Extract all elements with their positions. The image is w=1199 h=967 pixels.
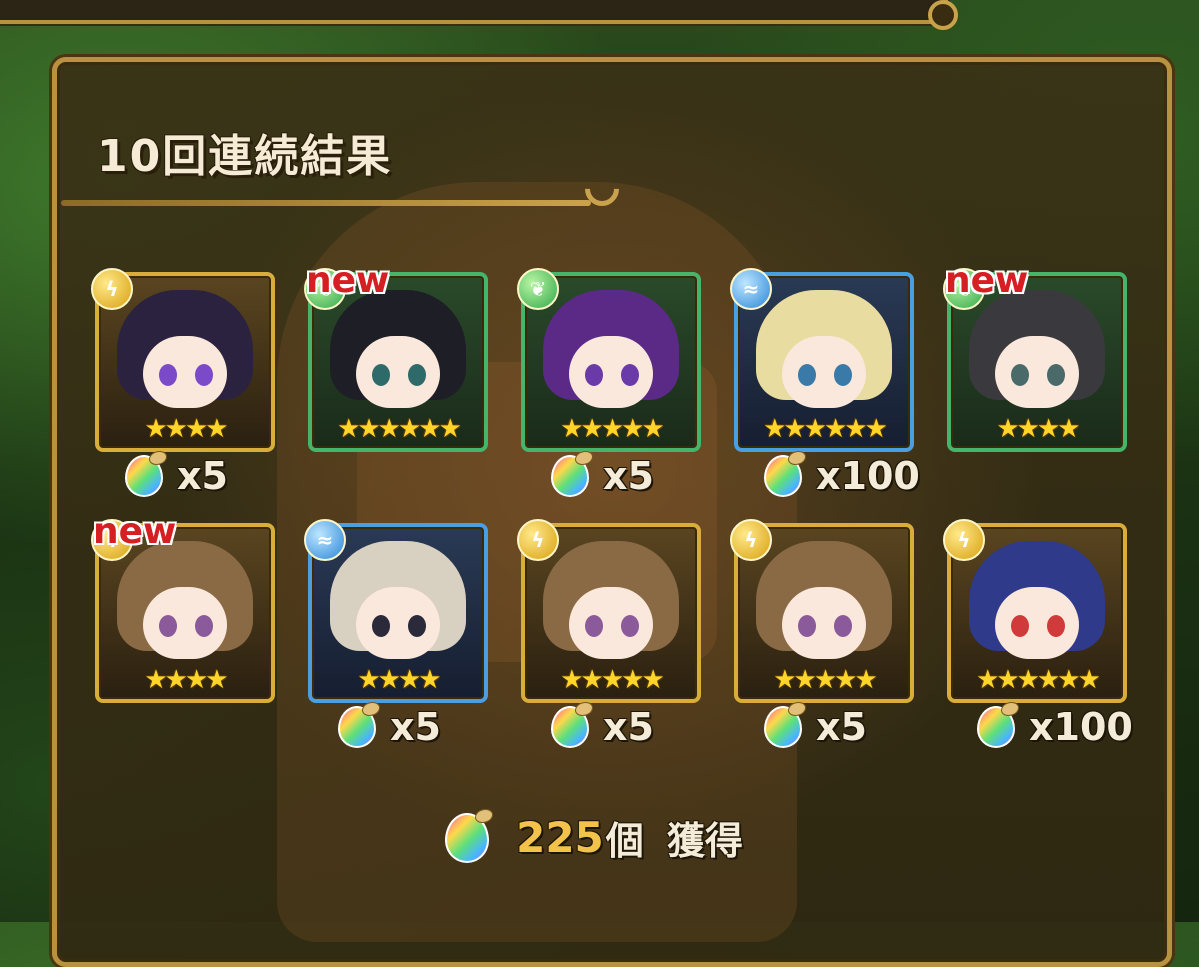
orb-reward: x5 <box>764 702 867 749</box>
reward-amount: x5 <box>603 454 654 498</box>
character-face <box>569 336 653 408</box>
character-eye <box>408 364 426 386</box>
result-card[interactable]: ★★★★★★ ≈ x100 <box>730 268 920 498</box>
new-badge: new <box>93 511 176 552</box>
character-face <box>782 587 866 659</box>
character-eye <box>372 364 390 386</box>
rarity-stars: ★★★★★★ <box>763 414 888 444</box>
character-eye <box>159 615 177 637</box>
rainbow-orb-icon <box>764 702 806 748</box>
total-reward: 225個 獲得 <box>445 808 743 865</box>
rarity-stars: ★★★★ <box>357 665 441 695</box>
character-eye <box>372 615 390 637</box>
character-eye <box>834 364 852 386</box>
character-face <box>143 336 227 408</box>
result-card[interactable]: ★★★★ ϟ x5 <box>91 268 275 498</box>
result-card[interactable]: ★★★★★ ❦ x5 <box>517 268 701 498</box>
reward-amount: x100 <box>816 454 920 498</box>
character-face <box>995 587 1079 659</box>
result-card[interactable]: ★★★★ ❦ new <box>943 260 1127 452</box>
result-card[interactable]: ★★★★ ≈ x5 <box>304 519 488 749</box>
orb-reward: x5 <box>551 702 654 749</box>
light-element-icon: ϟ <box>91 268 133 310</box>
result-card[interactable]: ★★★★★★ ❦ new <box>304 260 488 452</box>
rarity-stars: ★★★★★ <box>560 665 665 695</box>
rarity-stars: ★★★★ <box>144 665 228 695</box>
reward-amount: x5 <box>603 705 654 749</box>
rainbow-orb-icon <box>125 451 167 497</box>
orb-reward: x5 <box>125 451 228 498</box>
new-badge-label: new <box>93 511 177 552</box>
result-title: 10回連続結果 <box>97 131 393 182</box>
reward-amount: x5 <box>177 454 228 498</box>
character-eye <box>1011 364 1029 386</box>
rarity-stars: ★★★★★★ <box>976 665 1101 695</box>
result-panel: 10回連続結果 ★★★★ ϟ x5 ★★★★★★ ❦ new ★★★★★ ❦ x5 ★★★★★★ ≈… <box>52 57 1172 967</box>
rainbow-orb-icon <box>764 451 806 497</box>
character-eye <box>195 615 213 637</box>
reward-amount: x5 <box>816 705 867 749</box>
rainbow-orb-icon <box>551 451 593 497</box>
rarity-stars: ★★★★★ <box>560 414 665 444</box>
rarity-stars: ★★★★★★ <box>337 414 462 444</box>
character-eye <box>585 615 603 637</box>
reward-amount: x100 <box>1029 705 1133 749</box>
rarity-stars: ★★★★ <box>996 414 1080 444</box>
character-eye <box>1047 364 1065 386</box>
rainbow-orb-icon <box>977 702 1019 748</box>
light-element-icon: ϟ <box>517 519 559 561</box>
rainbow-orb-icon <box>445 808 493 863</box>
rarity-stars: ★★★★ <box>144 414 228 444</box>
result-card[interactable]: ★★★★★ ϟ x5 <box>517 519 701 749</box>
character-eye <box>408 615 426 637</box>
character-eye <box>1011 615 1029 637</box>
character-face <box>782 336 866 408</box>
total-amount: 225 <box>516 813 604 862</box>
new-badge: new <box>306 260 389 301</box>
wood-element-icon: ❦ <box>517 268 559 310</box>
character-eye <box>798 615 816 637</box>
top-bar <box>0 0 958 30</box>
water-element-icon: ≈ <box>730 268 772 310</box>
character-eye <box>621 364 639 386</box>
total-label: 獲得 <box>666 819 743 863</box>
orb-reward: x100 <box>977 702 1133 749</box>
character-face <box>356 336 440 408</box>
character-eye <box>1047 615 1065 637</box>
reward-amount: x5 <box>390 705 441 749</box>
character-face <box>569 587 653 659</box>
rainbow-orb-icon <box>551 702 593 748</box>
character-face <box>995 336 1079 408</box>
new-badge-label: new <box>945 260 1029 301</box>
top-bar-ornament <box>928 0 958 30</box>
rarity-stars: ★★★★★ <box>773 665 878 695</box>
result-card[interactable]: ★★★★★ ϟ x5 <box>730 519 914 749</box>
orb-reward: x5 <box>338 702 441 749</box>
character-eye <box>195 364 213 386</box>
character-eye <box>621 615 639 637</box>
character-eye <box>834 615 852 637</box>
character-eye <box>159 364 177 386</box>
total-unit: 個 <box>605 819 644 863</box>
character-face <box>143 587 227 659</box>
new-badge: new <box>945 260 1028 301</box>
new-badge-label: new <box>306 260 390 301</box>
orb-reward: x100 <box>764 451 920 498</box>
rainbow-orb-icon <box>338 702 380 748</box>
character-eye <box>798 364 816 386</box>
character-eye <box>585 364 603 386</box>
orb-reward: x5 <box>551 451 654 498</box>
water-element-icon: ≈ <box>304 519 346 561</box>
result-card[interactable]: ★★★★★★ ϟ x100 <box>943 519 1133 749</box>
result-card[interactable]: ★★★★ ϟ new <box>91 511 275 703</box>
character-face <box>356 587 440 659</box>
light-element-icon: ϟ <box>943 519 985 561</box>
title-divider <box>61 200 591 206</box>
light-element-icon: ϟ <box>730 519 772 561</box>
